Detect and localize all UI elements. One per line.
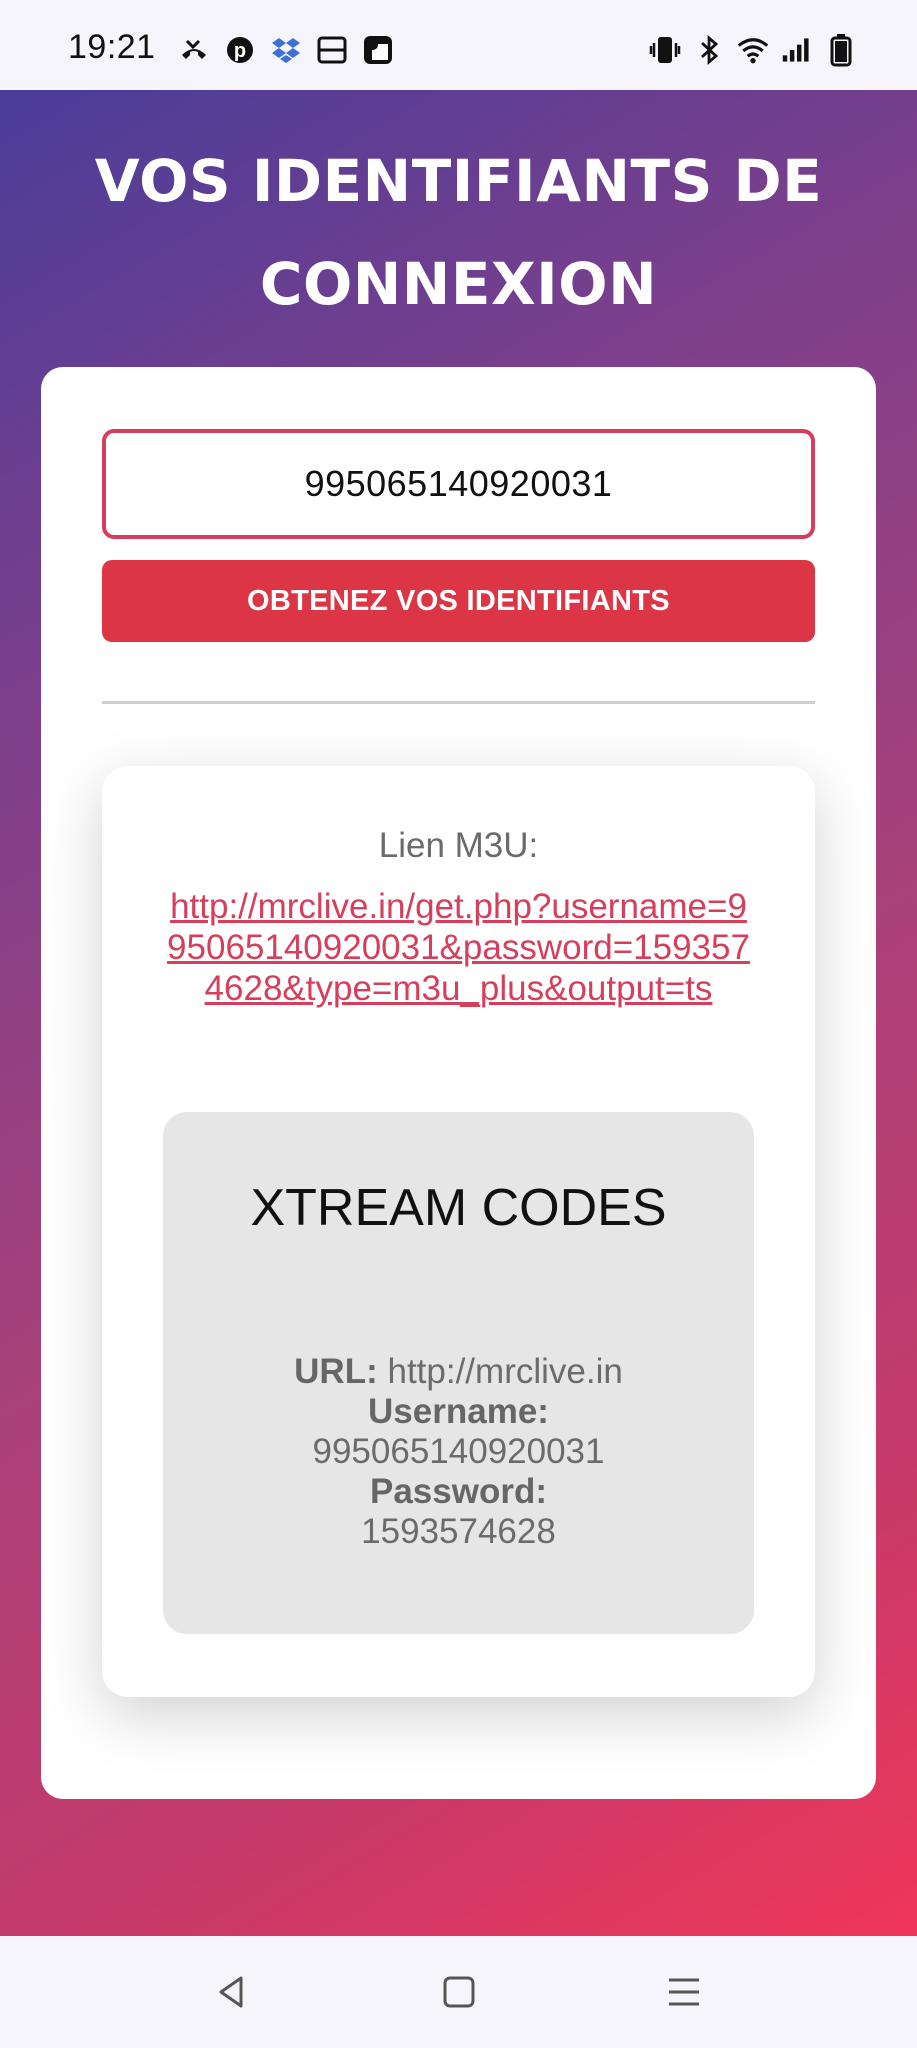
- credentials-card: OBTENEZ VOS IDENTIFIANTS Lien M3U: http:…: [41, 367, 876, 1799]
- url-row: URL: http://mrclive.in: [163, 1352, 754, 1392]
- battery-icon: [825, 34, 857, 67]
- printer-icon: [316, 34, 348, 66]
- xtream-codes-box: XTREAM CODES URL: http://mrclive.in User…: [163, 1112, 754, 1634]
- missed-call-icon: [178, 34, 210, 66]
- password-label: Password:: [163, 1472, 754, 1512]
- status-time: 19:21: [68, 28, 156, 66]
- result-card: Lien M3U: http://mrclive.in/get.php?user…: [102, 766, 815, 1697]
- password-value: 1593574628: [361, 1512, 556, 1551]
- code-input[interactable]: [102, 429, 815, 539]
- svg-text:p: p: [234, 40, 246, 62]
- navigation-bar: [0, 1936, 917, 2048]
- xtream-details: URL: http://mrclive.in Username: 9950651…: [163, 1352, 754, 1552]
- app-icon: [362, 34, 394, 66]
- url-label: URL:: [294, 1352, 378, 1391]
- status-left-icons: p: [178, 34, 394, 66]
- xtream-title: XTREAM CODES: [250, 1179, 667, 1237]
- bluetooth-icon: [693, 34, 725, 66]
- back-icon[interactable]: [203, 1964, 259, 2020]
- signal-icon: [781, 34, 813, 66]
- username-value: 995065140920031: [312, 1432, 605, 1471]
- password-label-text: Password:: [370, 1472, 547, 1511]
- divider: [102, 701, 815, 704]
- screen: 19:21 p VOS IDENTIFIANTS DE CONNEXION 99…: [0, 0, 917, 2048]
- vibrate-icon: [649, 34, 681, 66]
- m3u-label: Lien M3U:: [378, 826, 539, 865]
- username-label-text: Username:: [368, 1392, 549, 1431]
- web-content: VOS IDENTIFIANTS DE CONNEXION OBTENEZ VO…: [0, 90, 917, 1936]
- status-right-icons: [649, 34, 857, 67]
- get-credentials-button[interactable]: OBTENEZ VOS IDENTIFIANTS: [102, 560, 815, 642]
- url-value: http://mrclive.in: [387, 1352, 623, 1391]
- wifi-icon: [737, 34, 769, 66]
- username-label: Username:: [163, 1392, 754, 1432]
- m3u-link[interactable]: http://mrclive.in/get.php?username=99506…: [166, 886, 751, 1009]
- page-title: VOS IDENTIFIANTS DE CONNEXION: [94, 147, 823, 318]
- home-icon[interactable]: [431, 1964, 487, 2020]
- status-bar: 19:21 p: [0, 0, 917, 90]
- pinterest-icon: p: [224, 34, 256, 66]
- dropbox-icon: [270, 34, 302, 66]
- menu-icon[interactable]: [656, 1964, 712, 2020]
